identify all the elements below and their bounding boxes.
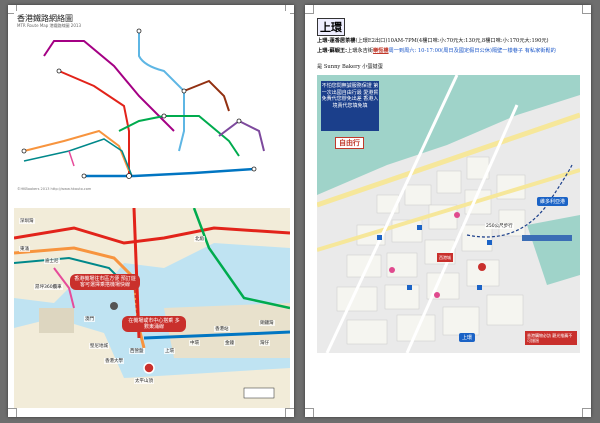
page-corner-mark bbox=[305, 5, 314, 14]
walk-distance-label: 250公尺步行 bbox=[485, 223, 514, 229]
page-corner-mark bbox=[305, 408, 314, 417]
place-label: 香港大學 bbox=[104, 358, 124, 364]
page-corner-mark bbox=[8, 408, 17, 417]
page-corner-mark bbox=[582, 408, 591, 417]
info-text: 是 Sunny Bakery 小蛋撻蛋 bbox=[317, 64, 383, 70]
place-label: 昂坪360纜車 bbox=[34, 284, 63, 290]
place-label: 灣仔 bbox=[259, 340, 270, 346]
place-label: 太平山頂 bbox=[134, 378, 154, 384]
place-label: 西營盤 bbox=[129, 348, 145, 354]
place-label: 迪士尼 bbox=[44, 258, 60, 264]
place-label: 澳門 bbox=[84, 316, 95, 322]
right-page: 上環 上環-蓮香居茶樓(上環E2出口)10AM-7PM(4樓口味:小:70元大:… bbox=[305, 5, 591, 417]
page-corner-mark bbox=[285, 408, 294, 417]
info-label: 上環-蓮香居茶樓 bbox=[317, 38, 356, 44]
map-credit: ©HKBookers 2013 http://www.hkauto.com bbox=[17, 187, 92, 191]
place-label: 香港站 bbox=[214, 326, 230, 332]
landmark-note: 西港城 bbox=[437, 253, 453, 262]
info-line-2: 上環-蘇蝦王:上環永吉街樂恆樓周一到周六: 10-17:00(周日及國定假日公休… bbox=[317, 47, 579, 55]
shopping-note: 香港購物必訪 觀光推薦不可錯過 bbox=[525, 331, 577, 345]
place-label: 東涌 bbox=[19, 246, 30, 252]
ad-banner: 不怕您問無誠服務保證 第一次出國自由行最 愛港貿免費代您辦免出差 香港入境責代您… bbox=[321, 81, 379, 131]
left-page: 香港鐵路網絡圖 MTR Route Map 港鐵路線圖 2013 ©HKBook… bbox=[8, 5, 294, 417]
info-text: 周一到周六: 10-17:00(周日及國定假日公休)隔壁一樣巷子 有私家街鬆的 bbox=[388, 48, 556, 54]
info-line-1: 上環-蓮香居茶樓(上環E2出口)10AM-7PM(4樓口味:小:70元大:130… bbox=[317, 37, 579, 45]
place-label: 銅鑼灣 bbox=[259, 320, 275, 326]
station-label: 上環 bbox=[459, 333, 476, 342]
place-label: 深圳灣 bbox=[19, 218, 35, 224]
hotel-label: 自由行 bbox=[335, 137, 364, 149]
mtr-lines-graphic bbox=[21, 28, 265, 179]
place-label: 堅尼地城 bbox=[89, 343, 109, 349]
place-label: 北角 bbox=[194, 236, 205, 242]
info-text: 上環永吉街 bbox=[347, 48, 373, 54]
info-text: (上環E2出口)10AM-7PM(4樓口味:小:70元大:130元,8樓口味:小… bbox=[355, 38, 549, 44]
airport-zoom-map: 香港機場往市區方便 預訂遊客可選擇乘搭機場快線 在機場或市中心搭乘 多數東涌線 … bbox=[14, 208, 290, 408]
info-highlight: 樂恆樓 bbox=[372, 48, 389, 54]
info-label: 上環-蘇蝦王: bbox=[317, 48, 348, 54]
place-label: 金鐘 bbox=[224, 340, 235, 346]
sheung-wan-street-map: 不怕您問無誠服務保證 第一次出國自由行最 愛港貿免費代您辦免出差 香港入境責代您… bbox=[317, 75, 580, 353]
airport-express-callout: 香港機場往市區方便 預訂遊客可選擇乘搭機場快線 bbox=[70, 274, 140, 290]
harbour-badge: 維多利亞港 bbox=[537, 197, 569, 206]
place-label: 上環 bbox=[164, 348, 175, 354]
section-heading: 上環 bbox=[317, 18, 345, 36]
tung-chung-callout: 在機場或市中心搭乘 多數東涌線 bbox=[122, 316, 186, 332]
info-line-3: 是 Sunny Bakery 小蛋撻蛋 bbox=[317, 63, 579, 71]
place-label: 中環 bbox=[189, 340, 200, 346]
mtr-route-map: 香港鐵路網絡圖 MTR Route Map 港鐵路線圖 2013 ©HKBook… bbox=[14, 11, 290, 204]
page-corner-mark bbox=[582, 5, 591, 14]
